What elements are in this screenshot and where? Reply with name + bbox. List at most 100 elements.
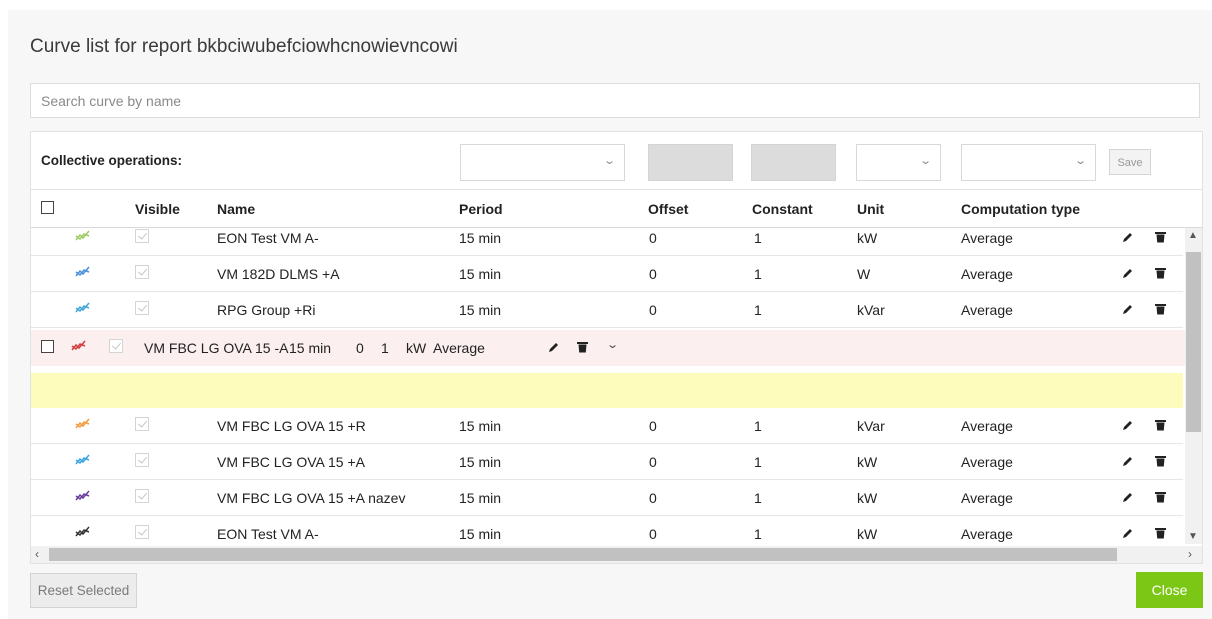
visible-checkbox[interactable]	[135, 417, 149, 431]
collective-save-button[interactable]: Save	[1109, 149, 1151, 175]
curve-row[interactable]: VM FBC LG OVA 15 +A nazev 15 min 0 1 kW Avera…	[31, 480, 1183, 516]
trend-icon	[71, 338, 87, 355]
edit-pencil-icon[interactable]	[1122, 266, 1134, 282]
curve-table-panel: Collective operations: ⌄ ⌄ ⌄ Save Visibl…	[30, 131, 1203, 564]
curve-offset: 0	[649, 526, 657, 542]
curve-row[interactable]: VM FBC LG OVA 15 +A 15 min 0 1 kW Average	[31, 444, 1183, 480]
select-all-checkbox[interactable]	[41, 201, 54, 214]
scroll-left-icon[interactable]: ‹	[35, 547, 39, 561]
vertical-scroll-thumb[interactable]	[1186, 252, 1201, 432]
delete-trash-icon[interactable]	[1155, 418, 1166, 434]
column-unit: Unit	[857, 201, 885, 217]
collective-offset-input[interactable]	[648, 144, 733, 181]
curve-list-modal: Curve list for report bkbciwubefciowhcno…	[8, 10, 1212, 619]
curve-offset: 0	[356, 340, 364, 356]
edit-pencil-icon[interactable]	[1122, 230, 1134, 246]
curve-computation: Average	[961, 454, 1013, 470]
curve-row[interactable]: VM 182D DLMS +A 15 min 0 1 W Average	[31, 256, 1183, 292]
dragged-curve-row[interactable]: VM FBC LG OVA 15 -A 15 min 0 1 kW Averag…	[31, 330, 1202, 366]
curve-period: 15 min	[459, 490, 502, 506]
delete-trash-icon[interactable]	[1155, 454, 1166, 470]
curve-name: EON Test VM A-	[217, 526, 319, 542]
curve-period: 15 min	[459, 266, 502, 282]
trend-icon	[75, 416, 91, 433]
collective-operations-bar: Collective operations: ⌄ ⌄ ⌄ Save	[31, 132, 1202, 190]
chevron-down-icon[interactable]: ⌄	[606, 338, 619, 351]
curve-name: RPG Group +Ri	[217, 302, 316, 318]
curve-computation: Average	[433, 340, 485, 356]
horizontal-scroll-thumb[interactable]	[49, 548, 1117, 561]
curve-unit: kVar	[857, 302, 885, 318]
curve-offset: 0	[649, 454, 657, 470]
delete-trash-icon[interactable]	[1155, 266, 1166, 282]
curve-name: VM FBC LG OVA 15 -A	[144, 340, 289, 356]
edit-pencil-icon[interactable]	[1122, 302, 1134, 318]
curve-offset: 0	[649, 266, 657, 282]
curve-row[interactable]: EON Test VM A- 15 min 0 1 kW Average	[31, 228, 1183, 256]
curve-computation: Average	[961, 230, 1013, 246]
vertical-scrollbar[interactable]: ▲ ▼	[1185, 228, 1202, 544]
visible-checkbox[interactable]	[109, 339, 123, 353]
edit-pencil-icon[interactable]	[1122, 418, 1134, 434]
trend-icon	[75, 452, 91, 469]
curve-row[interactable]: RPG Group +Ri 15 min 0 1 kVar Average	[31, 292, 1183, 328]
delete-trash-icon[interactable]	[577, 340, 588, 356]
scroll-up-icon[interactable]: ▲	[1188, 230, 1198, 241]
curve-constant: 1	[754, 230, 762, 246]
curve-constant: 1	[381, 340, 389, 356]
collective-unit-select[interactable]: ⌄	[856, 144, 941, 181]
column-name: Name	[217, 201, 256, 217]
curve-unit: kW	[857, 490, 878, 506]
column-offset: Offset	[648, 201, 689, 217]
visible-checkbox[interactable]	[135, 229, 149, 243]
collective-computation-select[interactable]: ⌄	[961, 144, 1096, 181]
curve-period: 15 min	[459, 418, 502, 434]
scroll-down-icon[interactable]: ▼	[1188, 531, 1198, 542]
delete-trash-icon[interactable]	[1155, 230, 1166, 246]
curve-constant: 1	[754, 418, 762, 434]
table-header: Visible Name Period Offset Constant Unit…	[31, 190, 1202, 228]
scroll-right-icon[interactable]: ›	[1188, 547, 1192, 561]
curve-period: 15 min	[459, 230, 502, 246]
curve-computation: Average	[961, 526, 1013, 542]
curve-unit: kVar	[857, 418, 885, 434]
delete-trash-icon[interactable]	[1155, 490, 1166, 506]
visible-checkbox[interactable]	[135, 265, 149, 279]
collective-period-select[interactable]: ⌄	[460, 144, 625, 181]
curve-period: 15 min	[459, 302, 502, 318]
horizontal-scrollbar[interactable]: ‹ ›	[31, 546, 1202, 563]
curve-unit: W	[857, 266, 871, 282]
collective-constant-input[interactable]	[751, 144, 836, 181]
search-curve-input[interactable]	[30, 83, 1200, 118]
visible-checkbox[interactable]	[135, 301, 149, 315]
edit-pencil-icon[interactable]	[1122, 490, 1134, 506]
edit-pencil-icon[interactable]	[1122, 454, 1134, 470]
curve-constant: 1	[754, 302, 762, 318]
delete-trash-icon[interactable]	[1155, 526, 1166, 542]
curve-row[interactable]: EON Test VM A- 15 min 0 1 kW Average	[31, 516, 1183, 546]
modal-title: Curve list for report bkbciwubefciowhcno…	[30, 36, 458, 57]
curve-name: VM FBC LG OVA 15 +A nazev	[217, 490, 406, 506]
curve-unit: kW	[857, 526, 878, 542]
visible-checkbox[interactable]	[135, 453, 149, 467]
row-select-checkbox[interactable]	[41, 340, 54, 353]
delete-trash-icon[interactable]	[1155, 302, 1166, 318]
drop-placeholder	[31, 373, 1183, 408]
reset-selected-button[interactable]: Reset Selected	[30, 573, 137, 608]
collective-operations-label: Collective operations:	[41, 153, 183, 168]
curve-constant: 1	[754, 526, 762, 542]
curve-period: 15 min	[289, 340, 332, 356]
curve-table-body: EON Test VM A- 15 min 0 1 kW Average VM 182D D…	[31, 228, 1183, 546]
visible-checkbox[interactable]	[135, 525, 149, 539]
trend-icon	[75, 264, 91, 281]
visible-checkbox[interactable]	[135, 489, 149, 503]
curve-constant: 1	[754, 266, 762, 282]
curve-name: VM FBC LG OVA 15 +R	[217, 418, 366, 434]
curve-offset: 0	[649, 302, 657, 318]
edit-pencil-icon[interactable]	[548, 340, 560, 356]
edit-pencil-icon[interactable]	[1122, 526, 1134, 542]
close-button[interactable]: Close	[1136, 572, 1203, 608]
curve-period: 15 min	[459, 454, 502, 470]
curve-row[interactable]: VM FBC LG OVA 15 +R 15 min 0 1 kVar Average	[31, 408, 1183, 444]
curve-offset: 0	[649, 230, 657, 246]
